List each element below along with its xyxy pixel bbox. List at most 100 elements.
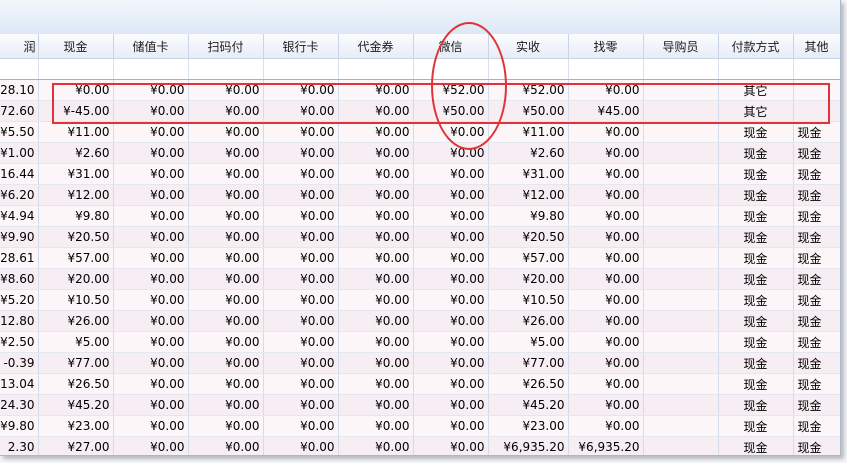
column-header-profit[interactable]: 润 <box>0 34 39 59</box>
column-header-salesperson[interactable]: 导购员 <box>643 34 719 59</box>
cell-cash[interactable]: ¥23.00 <box>38 415 114 437</box>
cell-cash[interactable]: ¥26.50 <box>38 373 114 395</box>
filter-cell-payment-method[interactable] <box>718 58 794 80</box>
cell-stored-value-card[interactable]: ¥0.00 <box>113 415 189 437</box>
cell-wechat[interactable]: ¥0.00 <box>413 331 489 353</box>
cell-wechat[interactable]: ¥0.00 <box>413 394 489 416</box>
cell-other[interactable]: 现金 <box>793 226 840 248</box>
cell-received[interactable]: ¥77.00 <box>488 352 569 374</box>
cell-cash[interactable]: ¥57.00 <box>38 247 114 269</box>
cell-scan-pay[interactable]: ¥0.00 <box>188 79 264 101</box>
cell-profit[interactable]: 13.04 <box>0 373 39 395</box>
cell-stored-value-card[interactable]: ¥0.00 <box>113 289 189 311</box>
cell-profit[interactable]: ¥4.94 <box>0 205 39 227</box>
cell-received[interactable]: ¥52.00 <box>488 79 569 101</box>
cell-bank-card[interactable]: ¥0.00 <box>263 226 339 248</box>
cell-received[interactable]: ¥26.50 <box>488 373 569 395</box>
column-header-payment-method[interactable]: 付款方式 <box>718 34 794 59</box>
filter-cell-stored-value-card[interactable] <box>113 58 189 80</box>
cell-received[interactable]: ¥20.50 <box>488 226 569 248</box>
cell-salesperson[interactable] <box>643 100 719 122</box>
cell-stored-value-card[interactable]: ¥0.00 <box>113 142 189 164</box>
cell-scan-pay[interactable]: ¥0.00 <box>188 415 264 437</box>
cell-stored-value-card[interactable]: ¥0.00 <box>113 163 189 185</box>
table-row[interactable]: ¥6.20 ¥12.00 ¥0.00 ¥0.00 ¥0.00 ¥0.00 ¥0.00 ¥12.… <box>0 184 840 206</box>
cell-payment-method[interactable]: 其它 <box>718 100 794 122</box>
table-row[interactable]: -0.39 ¥77.00 ¥0.00 ¥0.00 ¥0.00 ¥0.00 ¥0.00 ¥77.… <box>0 352 840 374</box>
cell-other[interactable]: 现金 <box>793 247 840 269</box>
cell-voucher[interactable]: ¥0.00 <box>338 247 414 269</box>
cell-profit[interactable]: 12.80 <box>0 310 39 332</box>
cell-voucher[interactable]: ¥0.00 <box>338 352 414 374</box>
table-row[interactable]: ¥9.80 ¥23.00 ¥0.00 ¥0.00 ¥0.00 ¥0.00 ¥0.00 ¥23.… <box>0 415 840 437</box>
filter-cell-wechat[interactable] <box>413 58 489 80</box>
cell-bank-card[interactable]: ¥0.00 <box>263 268 339 290</box>
filter-cell-voucher[interactable] <box>338 58 414 80</box>
filter-cell-change[interactable] <box>568 58 644 80</box>
cell-change[interactable]: ¥0.00 <box>568 226 644 248</box>
column-header-cash[interactable]: 现金 <box>38 34 114 59</box>
cell-salesperson[interactable] <box>643 79 719 101</box>
cell-scan-pay[interactable]: ¥0.00 <box>188 373 264 395</box>
cell-profit[interactable]: ¥5.20 <box>0 289 39 311</box>
cell-bank-card[interactable]: ¥0.00 <box>263 415 339 437</box>
cell-other[interactable]: 现金 <box>793 205 840 227</box>
cell-stored-value-card[interactable]: ¥0.00 <box>113 394 189 416</box>
cell-scan-pay[interactable]: ¥0.00 <box>188 394 264 416</box>
cell-voucher[interactable]: ¥0.00 <box>338 163 414 185</box>
cell-bank-card[interactable]: ¥0.00 <box>263 142 339 164</box>
cell-scan-pay[interactable]: ¥0.00 <box>188 268 264 290</box>
cell-salesperson[interactable] <box>643 352 719 374</box>
cell-profit[interactable]: 28.10 <box>0 79 39 101</box>
cell-change[interactable]: ¥0.00 <box>568 289 644 311</box>
cell-other[interactable]: 现金 <box>793 331 840 353</box>
cell-change[interactable]: ¥0.00 <box>568 247 644 269</box>
table-row[interactable]: ¥5.20 ¥10.50 ¥0.00 ¥0.00 ¥0.00 ¥0.00 ¥0.00 ¥10.… <box>0 289 840 311</box>
table-row[interactable]: ¥1.00 ¥2.60 ¥0.00 ¥0.00 ¥0.00 ¥0.00 ¥0.00 ¥2.60… <box>0 142 840 164</box>
cell-wechat[interactable]: ¥0.00 <box>413 163 489 185</box>
cell-cash[interactable]: ¥45.20 <box>38 394 114 416</box>
table-row[interactable]: ¥5.50 ¥11.00 ¥0.00 ¥0.00 ¥0.00 ¥0.00 ¥0.00 ¥11.… <box>0 121 840 143</box>
cell-profit[interactable]: 28.61 <box>0 247 39 269</box>
cell-received[interactable]: ¥2.60 <box>488 142 569 164</box>
cell-cash[interactable]: ¥0.00 <box>38 79 114 101</box>
cell-wechat[interactable]: ¥0.00 <box>413 436 489 455</box>
cell-scan-pay[interactable]: ¥0.00 <box>188 331 264 353</box>
cell-payment-method[interactable]: 其它 <box>718 79 794 101</box>
cell-wechat[interactable]: ¥0.00 <box>413 268 489 290</box>
cell-change[interactable]: ¥0.00 <box>568 373 644 395</box>
cell-stored-value-card[interactable]: ¥0.00 <box>113 79 189 101</box>
cell-voucher[interactable]: ¥0.00 <box>338 394 414 416</box>
cell-stored-value-card[interactable]: ¥0.00 <box>113 331 189 353</box>
cell-profit[interactable]: -0.39 <box>0 352 39 374</box>
cell-scan-pay[interactable]: ¥0.00 <box>188 226 264 248</box>
cell-scan-pay[interactable]: ¥0.00 <box>188 184 264 206</box>
cell-scan-pay[interactable]: ¥0.00 <box>188 310 264 332</box>
cell-cash[interactable]: ¥77.00 <box>38 352 114 374</box>
cell-profit[interactable]: ¥1.00 <box>0 142 39 164</box>
cell-bank-card[interactable]: ¥0.00 <box>263 394 339 416</box>
cell-received[interactable]: ¥12.00 <box>488 184 569 206</box>
cell-cash[interactable]: ¥26.00 <box>38 310 114 332</box>
cell-cash[interactable]: ¥9.80 <box>38 205 114 227</box>
filter-cell-profit[interactable] <box>0 58 39 80</box>
cell-change[interactable]: ¥6,935.20 <box>568 436 644 455</box>
cell-voucher[interactable]: ¥0.00 <box>338 79 414 101</box>
cell-wechat[interactable]: ¥0.00 <box>413 121 489 143</box>
cell-bank-card[interactable]: ¥0.00 <box>263 79 339 101</box>
table-row[interactable]: ¥2.50 ¥5.00 ¥0.00 ¥0.00 ¥0.00 ¥0.00 ¥0.00 ¥5.00… <box>0 331 840 353</box>
cell-voucher[interactable]: ¥0.00 <box>338 268 414 290</box>
column-header-change[interactable]: 找零 <box>568 34 644 59</box>
cell-wechat[interactable]: ¥52.00 <box>413 79 489 101</box>
cell-cash[interactable]: ¥-45.00 <box>38 100 114 122</box>
cell-profit[interactable]: 16.44 <box>0 163 39 185</box>
cell-stored-value-card[interactable]: ¥0.00 <box>113 436 189 455</box>
cell-bank-card[interactable]: ¥0.00 <box>263 436 339 455</box>
cell-wechat[interactable]: ¥0.00 <box>413 310 489 332</box>
cell-change[interactable]: ¥0.00 <box>568 121 644 143</box>
cell-received[interactable]: ¥57.00 <box>488 247 569 269</box>
cell-received[interactable]: ¥45.20 <box>488 394 569 416</box>
cell-payment-method[interactable]: 现金 <box>718 121 794 143</box>
cell-wechat[interactable]: ¥0.00 <box>413 226 489 248</box>
cell-payment-method[interactable]: 现金 <box>718 163 794 185</box>
